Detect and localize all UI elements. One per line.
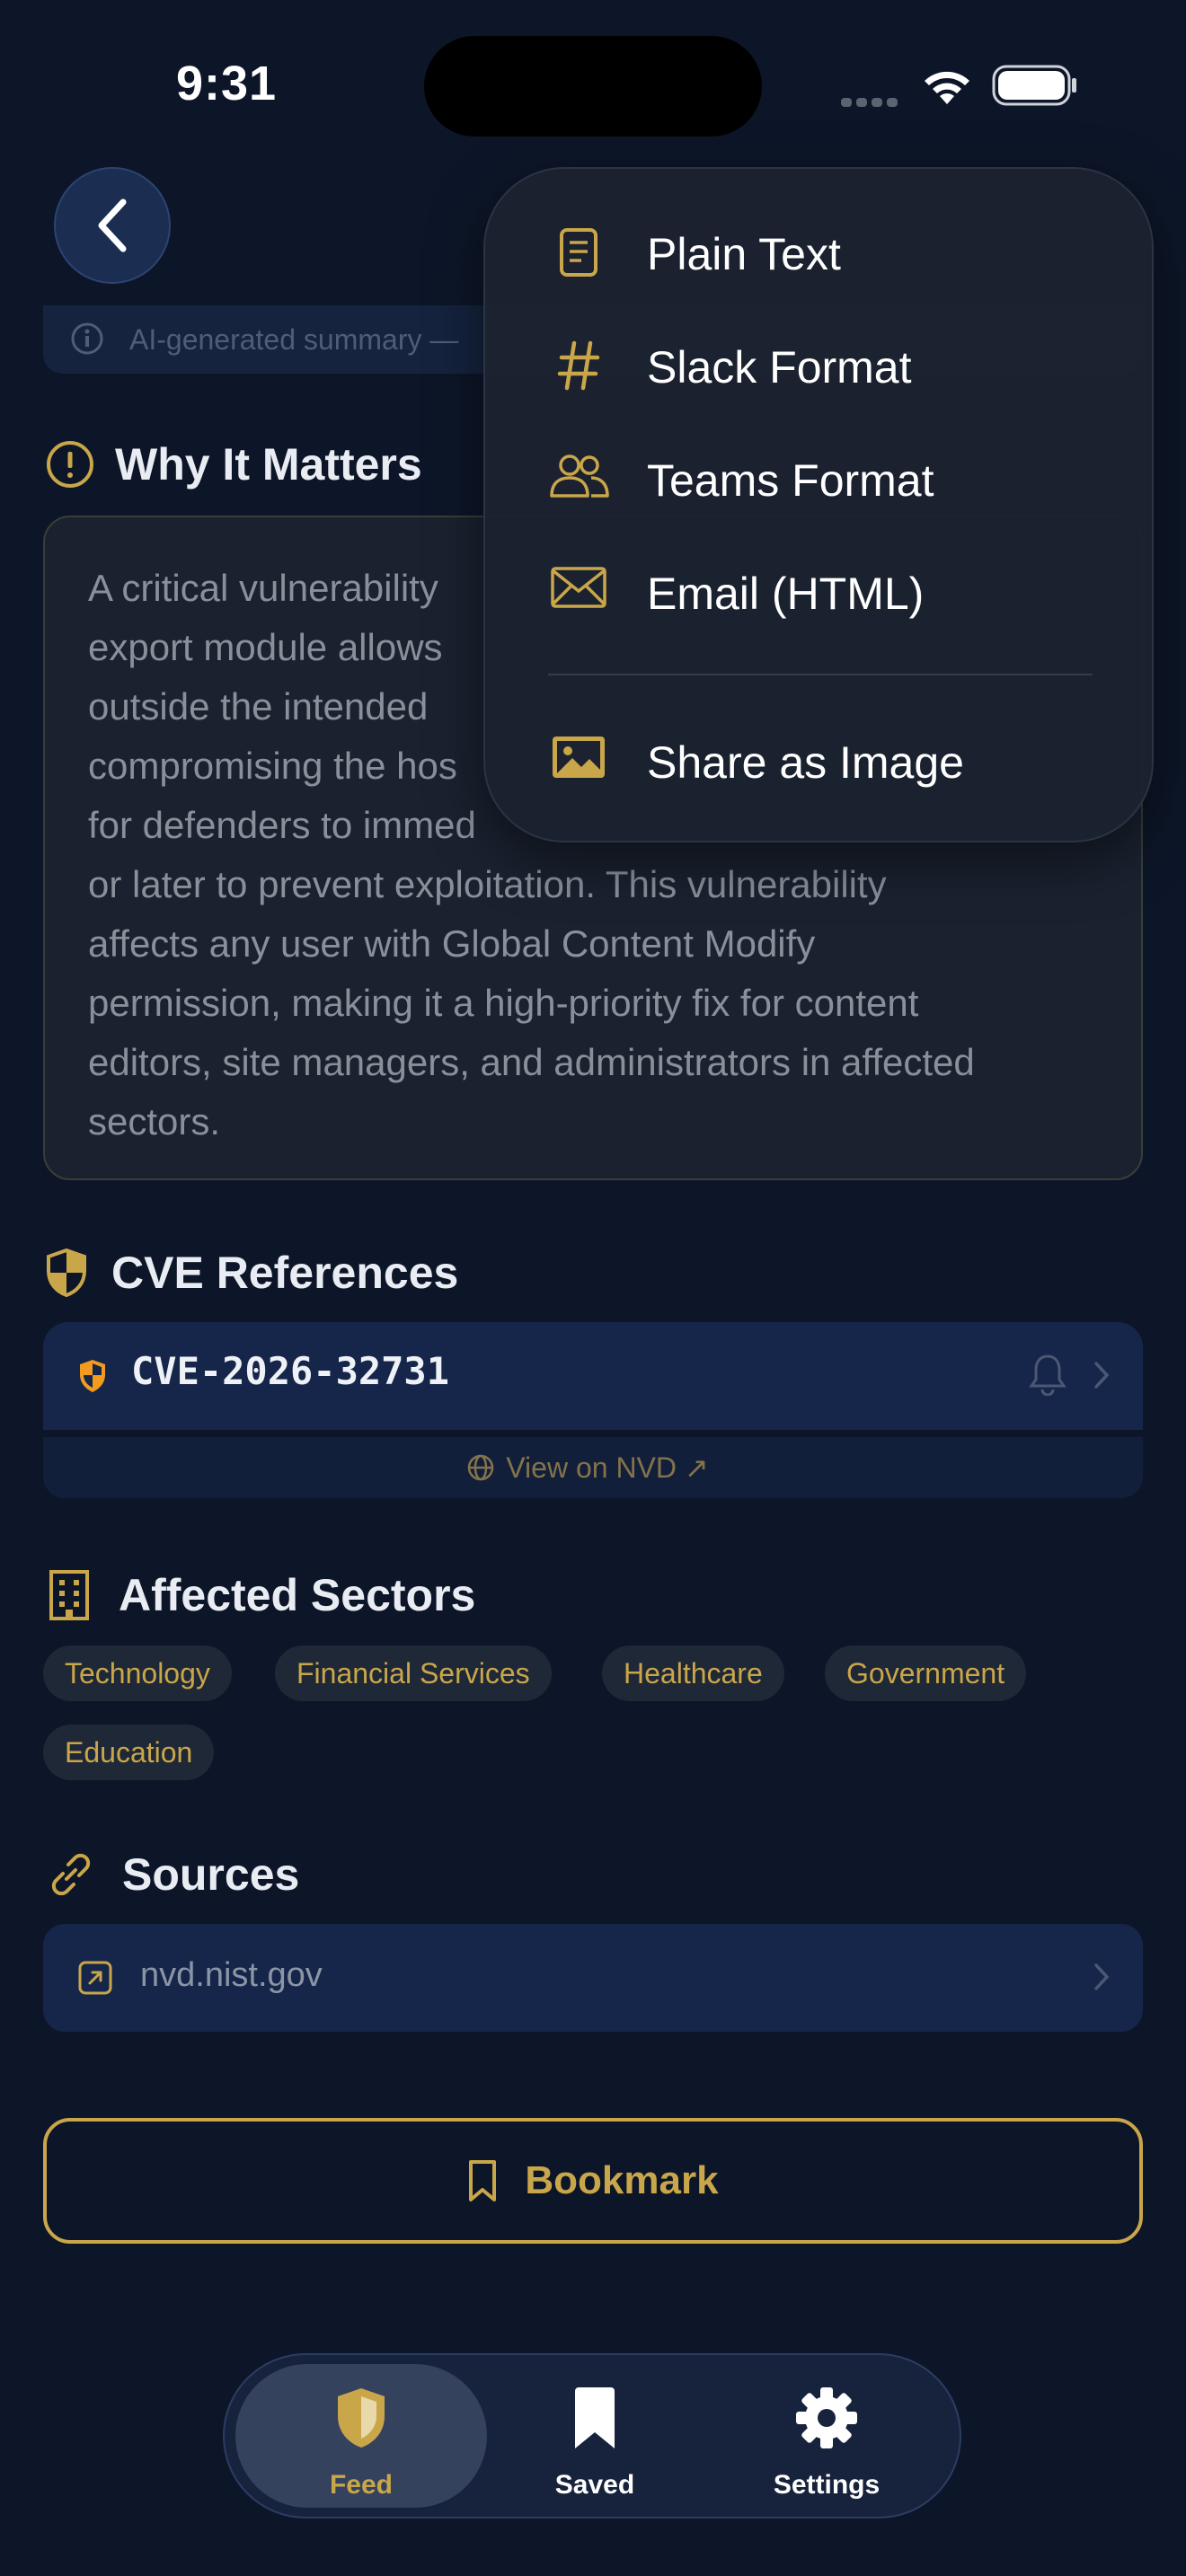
tab-label: Feed xyxy=(329,2470,394,2500)
cve-id: CVE-2026-32731 xyxy=(131,1349,450,1393)
sector-chip: Financial Services xyxy=(275,1645,552,1701)
wifi-icon xyxy=(925,71,969,104)
text-line: sectors. xyxy=(88,1100,221,1142)
menu-item-label: Email (HTML) xyxy=(647,569,925,619)
people-icon xyxy=(550,454,609,498)
document-icon xyxy=(560,228,597,277)
menu-item-label: Share as Image xyxy=(647,737,964,788)
tab-settings[interactable]: Settings xyxy=(701,2364,952,2508)
status-time: 9:31 xyxy=(176,57,278,110)
globe-icon xyxy=(468,1454,494,1481)
image-icon xyxy=(553,737,605,778)
back-button[interactable] xyxy=(54,167,171,284)
link-icon xyxy=(51,1853,91,1896)
building-icon xyxy=(49,1570,89,1620)
bell-icon[interactable] xyxy=(1028,1353,1067,1396)
cve-reference-row[interactable]: CVE-2026-32731 xyxy=(43,1322,1143,1430)
section-title: Why It Matters xyxy=(115,439,422,490)
bookmark-icon xyxy=(469,2160,497,2201)
text-line: editors, site managers, and administrato… xyxy=(88,1041,975,1083)
section-title: Sources xyxy=(122,1849,300,1900)
menu-item-teams-format[interactable]: Teams Format xyxy=(485,429,1152,528)
ai-summary-text: AI-generated summary — xyxy=(129,323,459,356)
dynamic-island xyxy=(424,36,762,137)
menu-item-label: Teams Format xyxy=(647,455,934,506)
menu-item-slack-format[interactable]: Slack Format xyxy=(485,316,1152,415)
source-row[interactable]: nvd.nist.gov xyxy=(43,1924,1143,2032)
chevron-left-icon xyxy=(98,198,127,252)
chevron-right-icon xyxy=(1094,1362,1110,1389)
bookmark-button[interactable]: Bookmark xyxy=(43,2118,1143,2244)
nvd-link-text: View on NVD ↗ xyxy=(506,1451,709,1484)
why-it-matters-header: Why It Matters xyxy=(45,438,422,490)
section-title: CVE References xyxy=(111,1248,459,1298)
sector-chip: Healthcare xyxy=(602,1645,784,1701)
tab-label: Settings xyxy=(773,2470,881,2500)
shield-icon xyxy=(338,2388,385,2448)
sector-chip: Government xyxy=(825,1645,1027,1701)
affected-sectors-header: Affected Sectors xyxy=(47,1568,475,1622)
menu-item-label: Slack Format xyxy=(647,342,912,393)
external-link-icon xyxy=(78,1961,112,1995)
text-line: or later to prevent exploitation. This v… xyxy=(88,863,887,905)
cve-references-header: CVE References xyxy=(45,1247,458,1299)
shield-icon xyxy=(47,1248,86,1298)
hash-icon xyxy=(557,340,600,391)
sector-chip: Education xyxy=(43,1725,215,1780)
view-on-nvd-link[interactable]: View on NVD ↗ xyxy=(43,1437,1143,1498)
menu-item-label: Plain Text xyxy=(647,229,841,279)
alert-circle-icon xyxy=(47,441,93,488)
article-detail-screen: 9:31 AI-generated summary — Why It Matte… xyxy=(0,0,1186,2576)
envelope-icon xyxy=(551,567,606,608)
tab-saved[interactable]: Saved xyxy=(469,2364,721,2508)
menu-item-email-html[interactable]: Email (HTML) xyxy=(485,543,1152,641)
tab-label: Saved xyxy=(554,2470,635,2500)
menu-item-share-as-image[interactable]: Share as Image xyxy=(485,711,1152,810)
cellular-signal-icon xyxy=(841,95,902,111)
text-line: permission, making it a high-priority fi… xyxy=(88,982,919,1024)
tab-bar: Feed Saved Settings xyxy=(223,2353,961,2519)
gear-icon xyxy=(796,2387,857,2448)
tab-feed[interactable]: Feed xyxy=(235,2364,487,2508)
battery-icon xyxy=(992,65,1076,106)
bookmark-icon xyxy=(575,2387,615,2448)
text-line: affects any user with Global Content Mod… xyxy=(88,922,816,965)
menu-divider xyxy=(548,674,1093,675)
info-icon xyxy=(71,322,103,355)
section-title: Affected Sectors xyxy=(119,1570,476,1620)
sector-chip: Technology xyxy=(43,1645,232,1701)
sources-header: Sources xyxy=(45,1848,299,1901)
source-domain: nvd.nist.gov xyxy=(140,1956,323,1994)
chevron-right-icon xyxy=(1094,1963,1110,1990)
bookmark-label: Bookmark xyxy=(525,2158,719,2202)
severity-shield-icon xyxy=(80,1360,105,1392)
menu-item-plain-text[interactable]: Plain Text xyxy=(485,203,1152,302)
share-format-menu: Plain Text Slack Format Teams Format Ema… xyxy=(483,167,1154,842)
